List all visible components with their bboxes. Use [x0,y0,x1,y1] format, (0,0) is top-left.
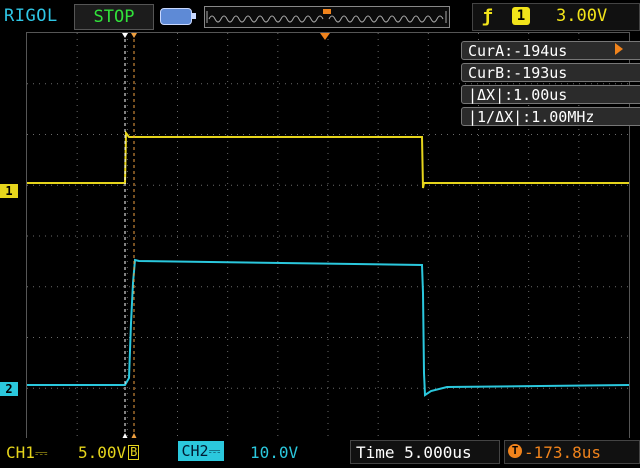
cursor-a-text: CurA:-194us [468,42,568,60]
bandwidth-limit-badge: B [128,445,140,460]
brand-label: RIGOL [4,6,58,26]
memory-depth-indicator [204,6,450,28]
ch2-scale[interactable]: 10.0V [250,443,298,462]
cursor-a-top-marker [122,33,128,38]
waveform-display[interactable]: CurA:-194us CurB:-193us |ΔX|:1.00us |1/Δ… [26,32,640,440]
run-state-button[interactable]: STOP [74,4,154,30]
ch1-scale[interactable]: 5.00V B [78,443,140,462]
trigger-level-value: 3.00V [556,6,608,26]
trigger-position-mini-marker [323,9,331,14]
inverse-delta-x-text: |1/ΔX|:1.00MHz [468,108,595,126]
ch2-offset-marker[interactable]: 2 [0,382,18,396]
rising-edge-icon: ƒ [482,6,493,27]
timebase-value: Time 5.000us [356,443,472,462]
usb-storage-icon [160,8,196,25]
ch1-label[interactable]: CH1⎓ [6,443,48,463]
trigger-source-badge: 1 [512,7,530,25]
cursor-menu-arrow-icon[interactable] [615,43,625,55]
trigger-position-value: -173.8us [524,443,602,462]
delta-x-text: |ΔX|:1.00us [468,86,568,104]
ch2-label[interactable]: CH2⎓ [178,441,224,461]
cursor-b-text: CurB:-193us [468,64,568,82]
cursor-b-readout: CurB:-193us [461,63,640,82]
cursor-b-top-marker [131,33,137,38]
ch1-scale-value: 5.00V [78,443,127,462]
trigger-position-icon: T [508,444,522,458]
trigger-time-marker [320,33,330,40]
cursor-a-readout: CurA:-194us [461,41,640,60]
inverse-delta-x-readout: |1/ΔX|:1.00MHz [461,107,640,126]
top-status-bar: RIGOL STOP ƒ 1 3.00V [0,0,640,32]
ch1-offset-marker[interactable]: 1 [0,184,18,198]
delta-x-readout: |ΔX|:1.00us [461,85,640,104]
waveform-memory-map [206,9,447,23]
